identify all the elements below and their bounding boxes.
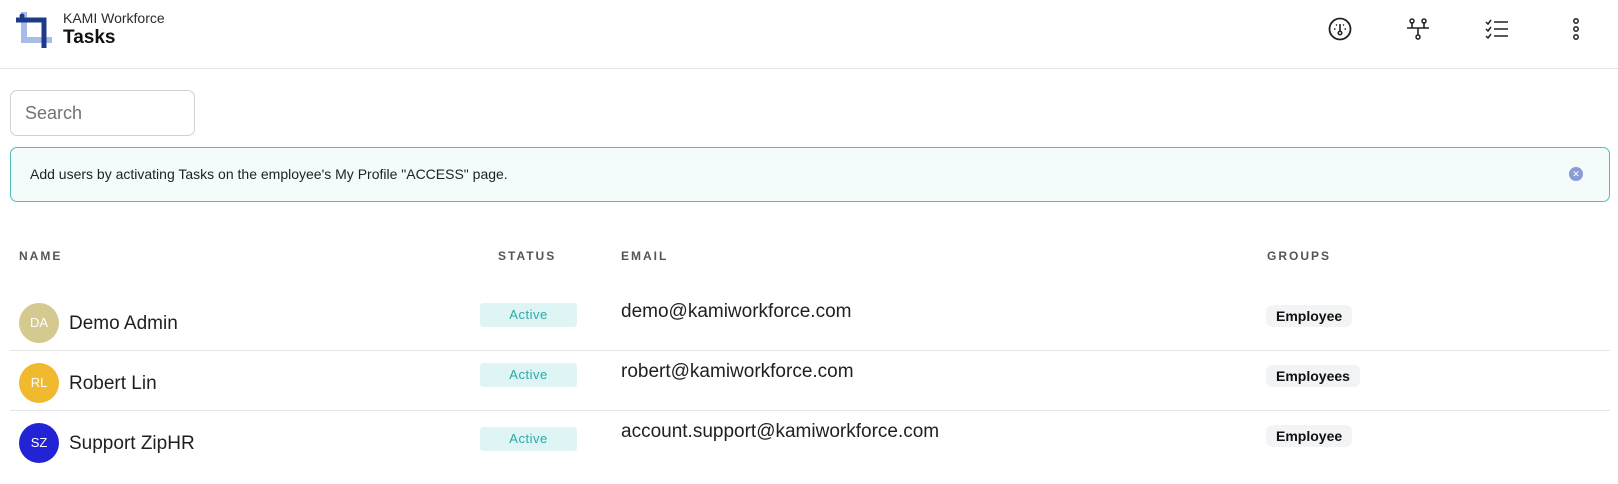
dashboard-gauge-icon[interactable] xyxy=(1327,16,1353,42)
search-input[interactable] xyxy=(10,90,195,136)
user-email: demo@kamiworkforce.com xyxy=(621,301,852,322)
more-vertical-icon[interactable] xyxy=(1563,16,1589,42)
page-title: Tasks xyxy=(63,27,116,48)
column-header-email[interactable]: EMAIL xyxy=(621,249,668,263)
avatar: RL xyxy=(19,363,59,403)
close-icon[interactable]: ✕ xyxy=(1569,167,1583,181)
banner-text: Add users by activating Tasks on the emp… xyxy=(30,166,508,182)
checklist-icon[interactable] xyxy=(1484,16,1510,42)
org-chart-icon[interactable] xyxy=(1405,16,1431,42)
user-name[interactable]: Demo Admin xyxy=(69,313,178,335)
status-badge: Active xyxy=(480,427,577,451)
table-row[interactable]: SZ Support ZipHR Active account.support@… xyxy=(10,411,1610,471)
avatar: DA xyxy=(19,303,59,343)
info-banner: Add users by activating Tasks on the emp… xyxy=(10,147,1610,202)
column-header-status[interactable]: STATUS xyxy=(498,249,556,263)
app-header: KAMI Workforce Tasks xyxy=(0,0,1618,69)
column-header-groups[interactable]: GROUPS xyxy=(1267,249,1331,263)
status-badge: Active xyxy=(480,303,577,327)
kami-logo-icon xyxy=(14,10,54,50)
group-badge: Employee xyxy=(1266,305,1353,327)
user-name[interactable]: Robert Lin xyxy=(69,373,157,395)
user-email: account.support@kamiworkforce.com xyxy=(621,421,940,442)
user-name[interactable]: Support ZipHR xyxy=(69,433,195,455)
table-row[interactable]: RL Robert Lin Active robert@kamiworkforc… xyxy=(10,351,1610,411)
table-row[interactable]: DA Demo Admin Active demo@kamiworkforce.… xyxy=(10,291,1610,351)
group-badge: Employee xyxy=(1266,425,1353,447)
avatar: SZ xyxy=(19,423,59,463)
group-badge: Employees xyxy=(1266,365,1360,387)
column-header-name[interactable]: NAME xyxy=(19,249,62,263)
app-name: KAMI Workforce xyxy=(63,10,165,26)
user-email: robert@kamiworkforce.com xyxy=(621,361,854,382)
status-badge: Active xyxy=(480,363,577,387)
